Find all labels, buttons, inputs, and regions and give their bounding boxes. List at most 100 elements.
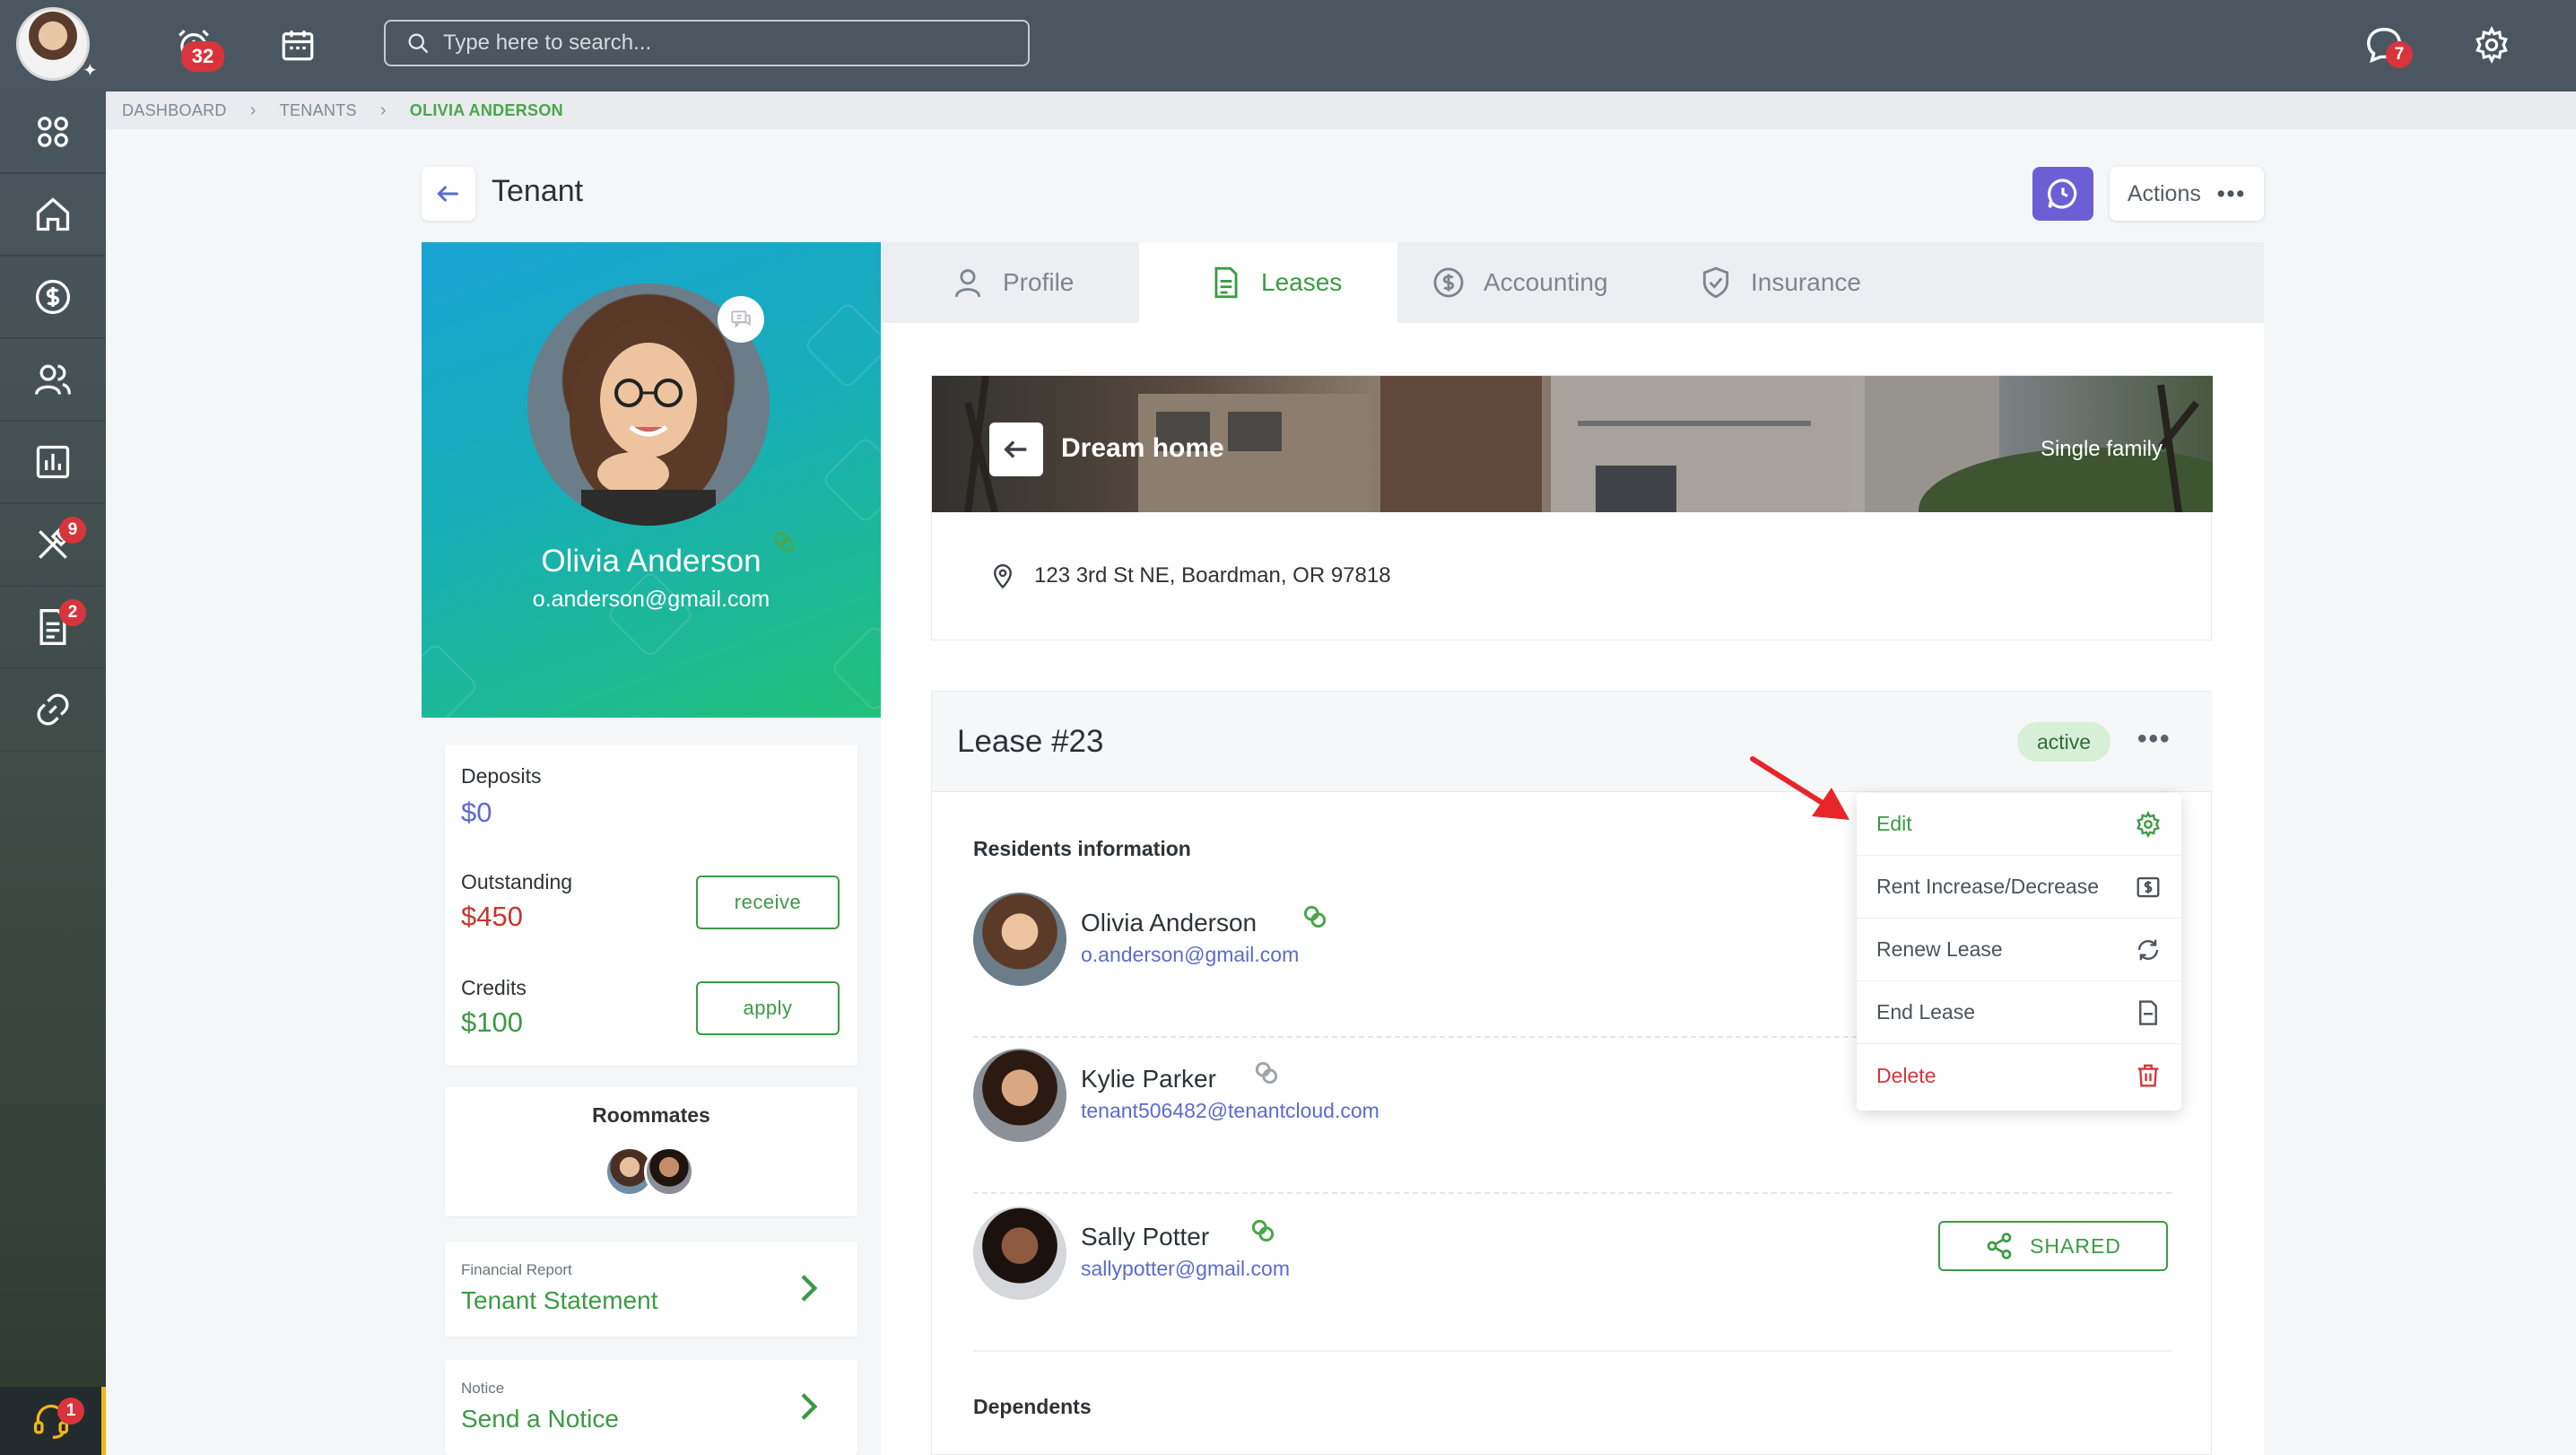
roommates-panel: Roommates xyxy=(445,1087,857,1216)
credits-value: $100 xyxy=(461,1006,523,1038)
location-pin-icon xyxy=(994,563,1012,589)
users-icon xyxy=(35,364,71,395)
sidebar-item-reports[interactable] xyxy=(0,422,106,504)
menu-item-renew-lease[interactable]: Renew Lease xyxy=(1857,919,2181,981)
menu-item-rent-increase[interactable]: Rent Increase/Decrease xyxy=(1857,856,2181,919)
lease-title: Lease #23 xyxy=(957,724,1104,759)
messages-badge: 7 xyxy=(2386,41,2413,68)
sidebar-item-maintenance[interactable]: 9 xyxy=(0,504,106,587)
chart-icon xyxy=(36,445,70,479)
refresh-icon xyxy=(2137,939,2159,960)
actions-button[interactable]: Actions ••• xyxy=(2110,167,2264,221)
menu-item-label: Rent Increase/Decrease xyxy=(1876,875,2100,898)
menu-item-end-lease[interactable]: End Lease xyxy=(1857,981,2181,1044)
resident-name: Kylie Parker xyxy=(1081,1065,1216,1093)
resident-name: Olivia Anderson xyxy=(1081,909,1258,937)
lease-header: Lease #23 active ••• xyxy=(932,692,2213,792)
trash-icon xyxy=(2137,1064,2159,1087)
breadcrumb-current: OLIVIA ANDERSON xyxy=(409,100,563,119)
search-icon xyxy=(408,33,429,54)
notice-label: Notice xyxy=(461,1380,505,1397)
unlinked-status-icon xyxy=(1255,1061,1278,1085)
share-icon xyxy=(1987,1233,2012,1259)
dollar-square-icon xyxy=(2137,876,2160,897)
property-address: 123 3rd St NE, Boardman, OR 97818 xyxy=(989,562,1391,589)
documents-badge: 2 xyxy=(59,599,86,626)
sidebar-item-payments[interactable] xyxy=(0,257,106,339)
tenant-statement-link[interactable]: Tenant Statement xyxy=(461,1286,657,1315)
gear-icon xyxy=(2137,810,2160,838)
resident-email[interactable]: o.anderson@gmail.com xyxy=(1081,943,1299,967)
breadcrumb-dashboard[interactable]: DASHBOARD xyxy=(122,101,227,120)
resident-email[interactable]: sallypotter@gmail.com xyxy=(1081,1257,1290,1281)
roommate-avatar[interactable] xyxy=(644,1146,694,1197)
tab-accounting-label: Accounting xyxy=(1484,268,1608,296)
tab-profile[interactable]: Profile xyxy=(881,242,1139,323)
support-badge: 1 xyxy=(57,1398,84,1425)
menu-item-label: End Lease xyxy=(1876,1000,1975,1024)
tab-insurance-label: Insurance xyxy=(1751,268,1861,296)
sidebar-item-home[interactable] xyxy=(0,174,106,257)
sidebar-item-documents[interactable]: 2 xyxy=(0,587,106,669)
settings-button[interactable] xyxy=(2467,20,2517,70)
tenant-statement-card[interactable]: Financial Report Tenant Statement xyxy=(445,1242,857,1337)
arrow-left-icon xyxy=(437,185,458,203)
property-address-text: 123 3rd St NE, Boardman, OR 97818 xyxy=(1034,563,1391,588)
shield-check-icon xyxy=(1702,266,1729,299)
search-input[interactable] xyxy=(443,30,999,56)
tab-insurance[interactable]: Insurance xyxy=(1629,242,1898,323)
grid-icon xyxy=(38,117,68,147)
chat-history-button[interactable] xyxy=(2032,167,2093,221)
chevron-right-icon: › xyxy=(379,100,387,120)
deposits-value: $0 xyxy=(461,797,492,828)
sidebar-logo: ✦ xyxy=(0,0,106,91)
resident-email[interactable]: tenant506482@tenantcloud.com xyxy=(1081,1099,1379,1123)
dependents-section-title: Dependents xyxy=(973,1395,1092,1418)
sidebar-item-links[interactable] xyxy=(0,669,106,752)
tenant-email[interactable]: o.anderson@gmail.com xyxy=(422,587,881,613)
sidebar-item-apps[interactable] xyxy=(0,91,106,174)
message-tenant-button[interactable] xyxy=(718,296,764,343)
lease-actions-menu: Edit Rent Increase/Decrease Renew Lease … xyxy=(1857,793,2181,1111)
property-back-button[interactable] xyxy=(989,423,1043,476)
menu-item-edit[interactable]: Edit xyxy=(1857,793,2181,856)
home-icon xyxy=(36,197,70,231)
maintenance-badge: 9 xyxy=(59,517,86,544)
shared-button[interactable]: SHARED xyxy=(1938,1221,2168,1271)
send-notice-card[interactable]: Notice Send a Notice xyxy=(445,1360,857,1455)
breadcrumb-tenants[interactable]: TENANTS xyxy=(280,101,357,120)
more-dots-icon: ••• xyxy=(2216,180,2247,206)
menu-item-delete[interactable]: Delete xyxy=(1857,1044,2181,1107)
roommates-title: Roommates xyxy=(592,1103,710,1127)
tab-profile-label: Profile xyxy=(1003,268,1075,296)
search-bar[interactable] xyxy=(384,20,1030,66)
pin-icon: ✦ xyxy=(83,61,98,81)
apply-button[interactable]: apply xyxy=(696,981,840,1035)
tab-accounting[interactable]: Accounting xyxy=(1362,242,1631,323)
tab-bar: Profile Leases Accounting Insurance xyxy=(881,242,2264,323)
financial-report-label: Financial Report xyxy=(461,1261,572,1278)
back-button[interactable] xyxy=(422,167,475,221)
link-icon xyxy=(37,693,69,726)
messages-button[interactable]: 7 xyxy=(2359,20,2413,70)
property-name[interactable]: Dream home xyxy=(1061,433,1224,464)
document-icon xyxy=(1214,266,1238,299)
support-button[interactable]: 1 xyxy=(0,1387,106,1455)
actions-label: Actions xyxy=(2127,180,2201,206)
user-icon xyxy=(954,269,981,298)
tab-leases-label: Leases xyxy=(1261,268,1343,296)
chat-clock-icon xyxy=(2048,179,2077,209)
alarm-button[interactable]: 32 xyxy=(169,20,224,72)
receive-button[interactable]: receive xyxy=(696,876,840,929)
resident-avatar xyxy=(973,893,1066,986)
sidebar-item-contacts[interactable] xyxy=(0,339,106,422)
lease-more-button[interactable]: ••• xyxy=(2137,724,2171,754)
file-icon xyxy=(2139,999,2157,1025)
calendar-button[interactable] xyxy=(273,20,323,70)
page-title: Tenant xyxy=(492,174,584,208)
user-avatar[interactable] xyxy=(16,7,90,81)
alarm-badge: 32 xyxy=(181,41,224,72)
tab-leases[interactable]: Leases xyxy=(1139,242,1397,323)
chevron-right-icon xyxy=(801,1275,818,1302)
send-notice-link[interactable]: Send a Notice xyxy=(461,1405,619,1433)
